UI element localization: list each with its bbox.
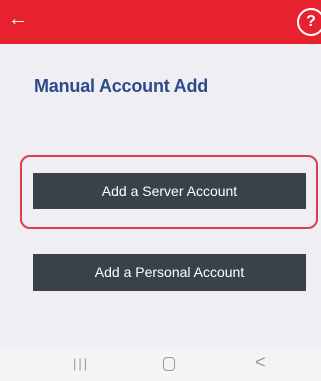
add-server-account-button[interactable]: Add a Server Account [33, 173, 306, 209]
question-circle-icon[interactable]: ? [297, 8, 321, 36]
recents-icon[interactable]: ||| [73, 355, 89, 373]
system-navbar: ||| < [0, 347, 321, 381]
page-title: Manual Account Add [34, 76, 209, 96]
app-header: ← ? [0, 0, 321, 44]
back-chevron-icon[interactable]: < [255, 353, 266, 371]
arrow-left-icon[interactable]: ← [8, 9, 28, 29]
main-content: Manual Account Add Add a Server Account … [0, 44, 321, 347]
add-personal-account-button[interactable]: Add a Personal Account [33, 254, 306, 291]
home-icon[interactable] [163, 357, 175, 371]
